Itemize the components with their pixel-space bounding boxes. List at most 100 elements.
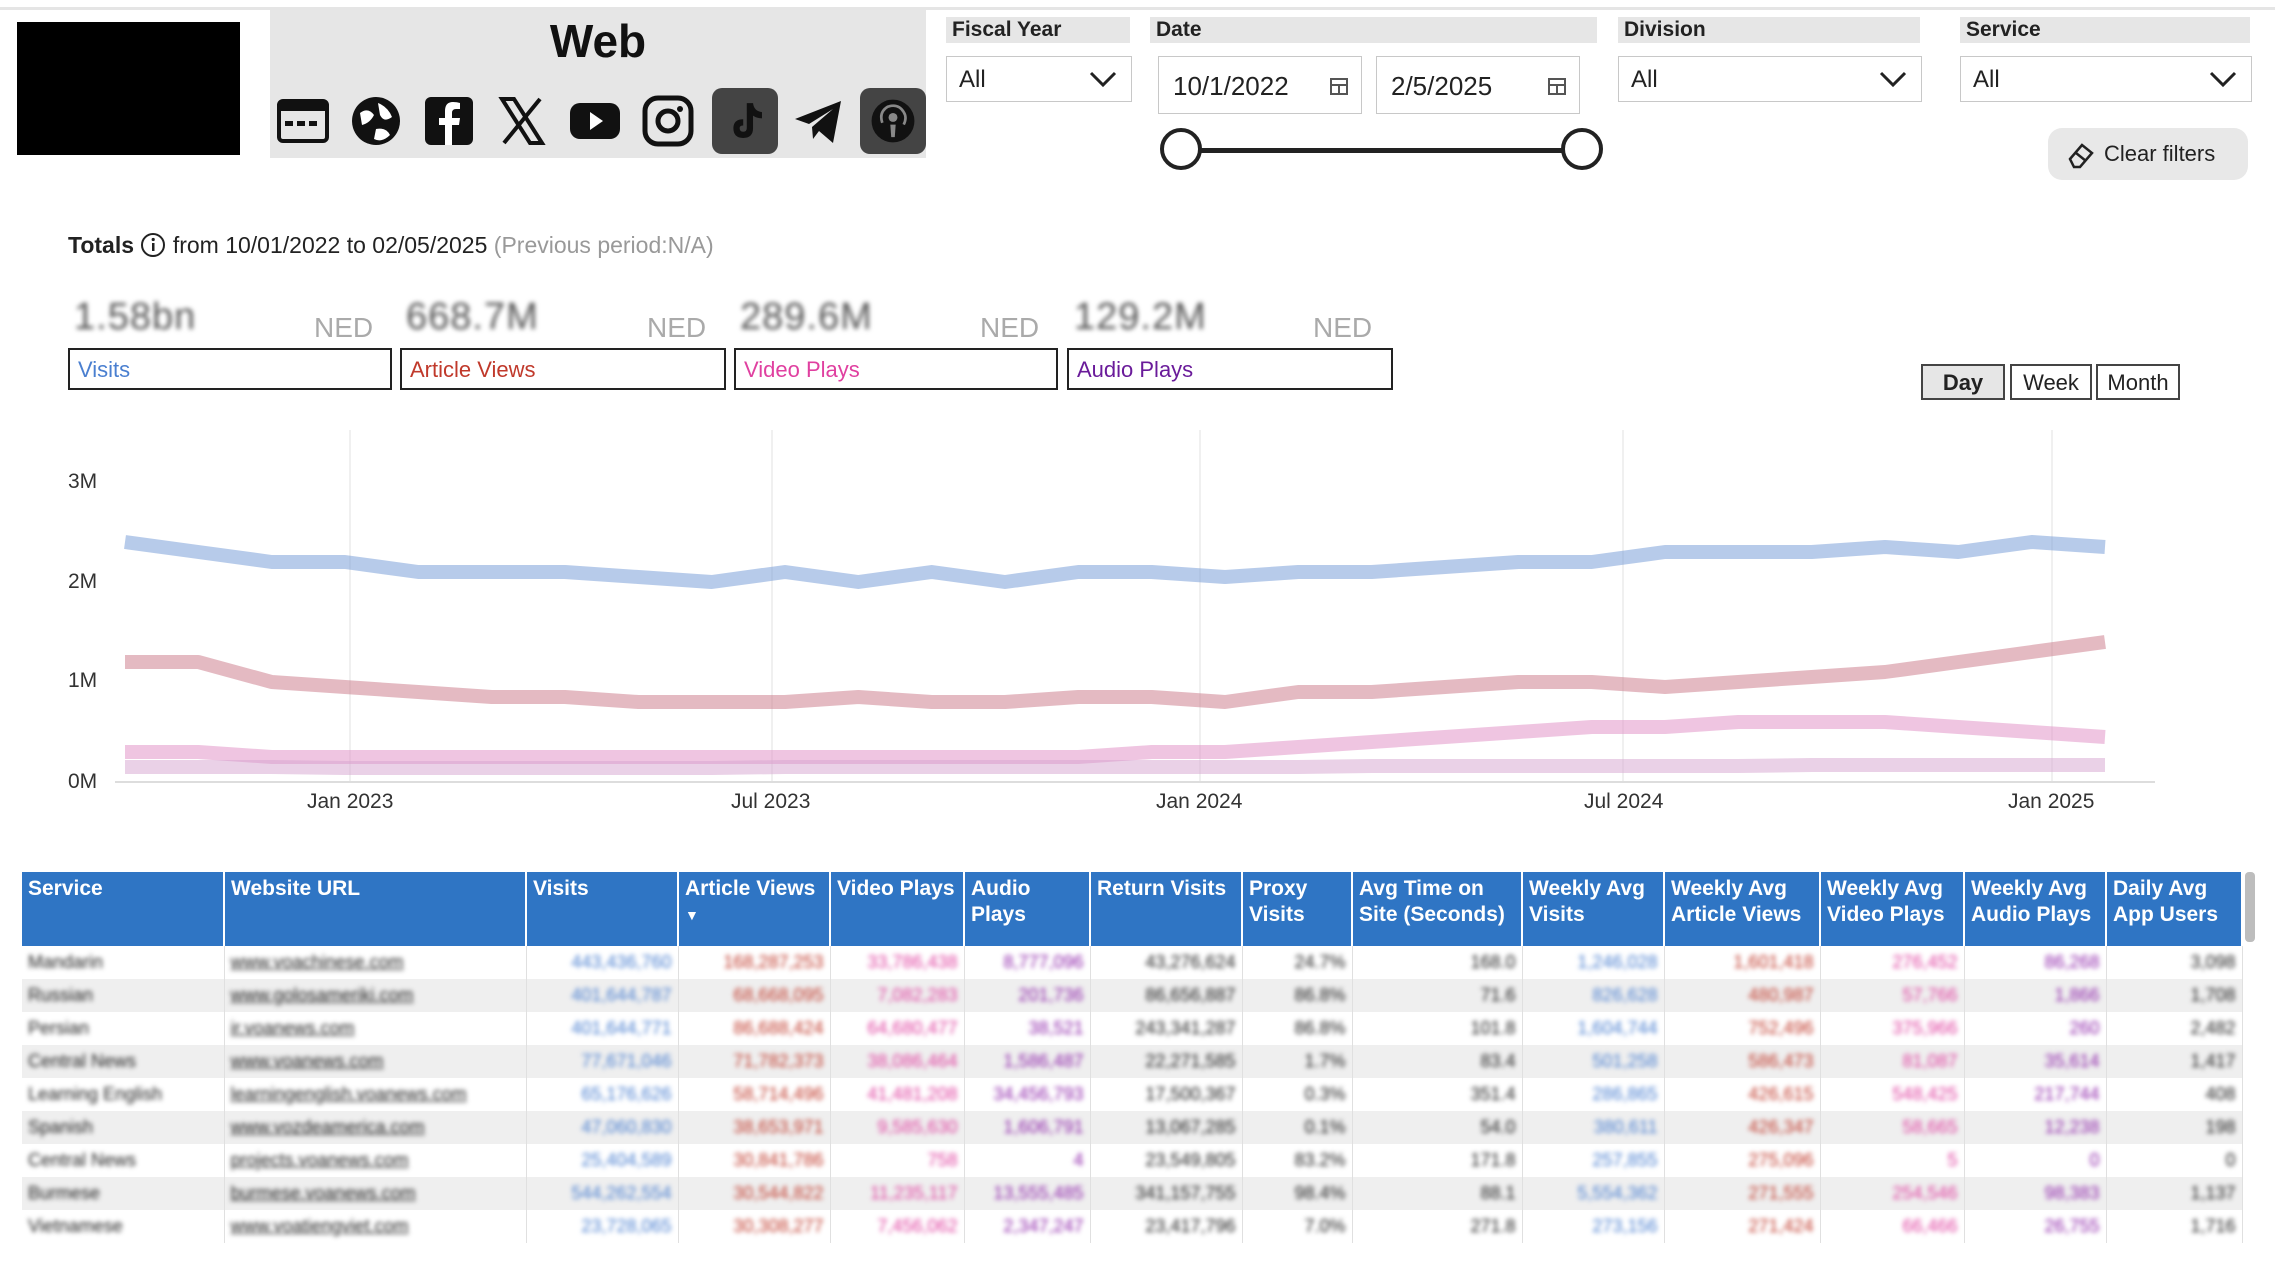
cell-value: 71,782,373 bbox=[733, 1051, 824, 1071]
calendar-icon[interactable] bbox=[1547, 76, 1567, 96]
facebook-icon[interactable] bbox=[416, 88, 482, 154]
table-cell: www.voatiengviet.com bbox=[224, 1210, 527, 1243]
table-row[interactable]: Russian www.golosameriki.com 401,644,787 68… bbox=[22, 979, 2243, 1012]
clear-filters-button[interactable]: Clear filters bbox=[2048, 128, 2248, 180]
date-range-start-handle[interactable] bbox=[1160, 128, 1202, 170]
granularity-day-button[interactable]: Day bbox=[1921, 364, 2005, 400]
table-cell: 54.0 bbox=[1352, 1111, 1523, 1144]
youtube-icon[interactable] bbox=[562, 88, 628, 154]
cell-value: 30,308,277 bbox=[733, 1216, 824, 1236]
cell-value: 38,521 bbox=[1028, 1018, 1084, 1038]
kpi-visits-value: 1.58bn bbox=[74, 296, 197, 338]
calendar-icon[interactable] bbox=[1329, 76, 1349, 96]
column-header[interactable]: Daily Avg App Users bbox=[2106, 872, 2243, 946]
table-cell: 23,549,805 bbox=[1090, 1144, 1243, 1177]
granularity-week-button[interactable]: Week bbox=[2010, 364, 2092, 400]
column-header[interactable]: Proxy Visits bbox=[1242, 872, 1353, 946]
podcast-icon[interactable] bbox=[860, 88, 926, 154]
table-cell: 66,466 bbox=[1820, 1210, 1965, 1243]
column-header[interactable]: Website URL bbox=[224, 872, 527, 946]
table-cell: 33,786,438 bbox=[830, 946, 965, 979]
cell-value: 586,473 bbox=[1748, 1051, 1814, 1071]
column-header[interactable]: Article Views ▼ bbox=[678, 872, 831, 946]
column-header[interactable]: Avg Time on Site (Seconds) bbox=[1352, 872, 1523, 946]
telegram-icon[interactable] bbox=[786, 88, 852, 154]
cell-value: 1,606,791 bbox=[1003, 1117, 1084, 1137]
table-cell: learningenglish.voanews.com bbox=[224, 1078, 527, 1111]
cell-value: 426,347 bbox=[1748, 1117, 1814, 1137]
kpi-article-views-unit: NED bbox=[647, 312, 707, 343]
table-row[interactable]: Central News projects.voanews.com 25,404,5… bbox=[22, 1144, 2243, 1177]
web-browser-icon[interactable] bbox=[270, 88, 336, 154]
column-header[interactable]: Weekly Avg Article Views bbox=[1664, 872, 1821, 946]
column-header[interactable]: Service bbox=[22, 872, 225, 946]
fiscal-year-dropdown[interactable]: All bbox=[946, 56, 1132, 102]
table-cell: 275,096 bbox=[1664, 1144, 1821, 1177]
table-cell: 401,644,771 bbox=[526, 1012, 679, 1045]
cell-value: 77,671,046 bbox=[581, 1051, 672, 1071]
kpi-video-plays-label[interactable]: Video Plays bbox=[734, 348, 1058, 390]
y-tick-label: 1M bbox=[68, 669, 98, 692]
brand-logo bbox=[17, 22, 240, 155]
cell-value: 286,865 bbox=[1592, 1084, 1658, 1104]
line-chart[interactable] bbox=[115, 430, 2155, 790]
column-header[interactable]: Video Plays bbox=[830, 872, 965, 946]
globe-icon[interactable] bbox=[343, 88, 409, 154]
cell-value: 47,060,830 bbox=[581, 1117, 672, 1137]
kpi-video-plays-value: 289.6M bbox=[740, 296, 873, 338]
table-scrollbar[interactable] bbox=[2245, 872, 2255, 942]
table-header-row: Service Website URL Visits Article Views ▼ Vi… bbox=[22, 872, 2243, 946]
end-date-input[interactable]: 2/5/2025 bbox=[1376, 56, 1580, 114]
info-icon[interactable] bbox=[140, 232, 166, 258]
table-cell: 86.8% bbox=[1242, 979, 1353, 1012]
table-row[interactable]: Vietnamese www.voatiengviet.com 23,728,065… bbox=[22, 1210, 2243, 1243]
x-tick-label: Jan 2023 bbox=[307, 790, 394, 813]
column-header[interactable]: Weekly Avg Visits bbox=[1522, 872, 1665, 946]
service-value: All bbox=[1973, 66, 2000, 93]
table-row[interactable]: Learning English learningenglish.voanews.… bbox=[22, 1078, 2243, 1111]
table-row[interactable]: Persian ir.voanews.com 401,644,771 86,688,4… bbox=[22, 1012, 2243, 1045]
column-header[interactable]: Weekly Avg Video Plays bbox=[1820, 872, 1965, 946]
column-header[interactable]: Return Visits bbox=[1090, 872, 1243, 946]
cell-value: 3,098 bbox=[2190, 952, 2236, 972]
kpi-visits-label[interactable]: Visits bbox=[68, 348, 392, 390]
column-header[interactable]: Visits bbox=[526, 872, 679, 946]
date-range-end-handle[interactable] bbox=[1561, 128, 1603, 170]
series-line-video-plays[interactable] bbox=[125, 715, 2106, 764]
division-value: All bbox=[1631, 66, 1658, 93]
column-header[interactable]: Audio Plays bbox=[964, 872, 1091, 946]
date-range-slider-track[interactable] bbox=[1180, 148, 1582, 153]
cell-value: 1,586,487 bbox=[1003, 1051, 1084, 1071]
x-icon[interactable] bbox=[489, 88, 555, 154]
table-cell: 480,987 bbox=[1664, 979, 1821, 1012]
table-cell: 286,865 bbox=[1522, 1078, 1665, 1111]
sort-desc-icon[interactable]: ▼ bbox=[685, 902, 823, 928]
division-dropdown[interactable]: All bbox=[1618, 56, 1922, 102]
cell-value: 273,156 bbox=[1592, 1216, 1658, 1236]
service-label: Service bbox=[1960, 17, 2250, 43]
cell-value: 1,716 bbox=[2190, 1216, 2236, 1236]
kpi-article-views-label[interactable]: Article Views bbox=[400, 348, 726, 390]
cell-value: 25,404,589 bbox=[581, 1150, 672, 1170]
eraser-icon bbox=[2068, 143, 2094, 169]
column-header[interactable]: Weekly Avg Audio Plays bbox=[1964, 872, 2107, 946]
series-line-article-views[interactable] bbox=[125, 635, 2106, 709]
table-row[interactable]: Central News www.voanews.com 77,671,046 71,… bbox=[22, 1045, 2243, 1078]
series-line-audio-plays[interactable] bbox=[125, 758, 2105, 775]
service-dropdown[interactable]: All bbox=[1960, 56, 2252, 102]
table-row[interactable]: Spanish www.vozdeamerica.com 47,060,830 38,… bbox=[22, 1111, 2243, 1144]
table-cell: 171.8 bbox=[1352, 1144, 1523, 1177]
tiktok-icon[interactable] bbox=[712, 88, 778, 154]
start-date-input[interactable]: 10/1/2022 bbox=[1158, 56, 1362, 114]
granularity-month-button[interactable]: Month bbox=[2096, 364, 2180, 400]
table-row[interactable]: Burmese burmese.voanews.com 544,262,554 30,… bbox=[22, 1177, 2243, 1210]
table-cell: Spanish bbox=[22, 1111, 225, 1144]
instagram-icon[interactable] bbox=[635, 88, 701, 154]
kpi-audio-plays-label[interactable]: Audio Plays bbox=[1067, 348, 1393, 390]
table-row[interactable]: Mandarin www.voachinese.com 443,436,760 168… bbox=[22, 946, 2243, 979]
cell-value: Spanish bbox=[28, 1117, 94, 1137]
cell-value: ir.voanews.com bbox=[230, 1018, 355, 1038]
cell-value: 43,276,624 bbox=[1145, 952, 1236, 972]
table-cell: 752,496 bbox=[1664, 1012, 1821, 1045]
series-line-visits[interactable] bbox=[124, 535, 2106, 589]
